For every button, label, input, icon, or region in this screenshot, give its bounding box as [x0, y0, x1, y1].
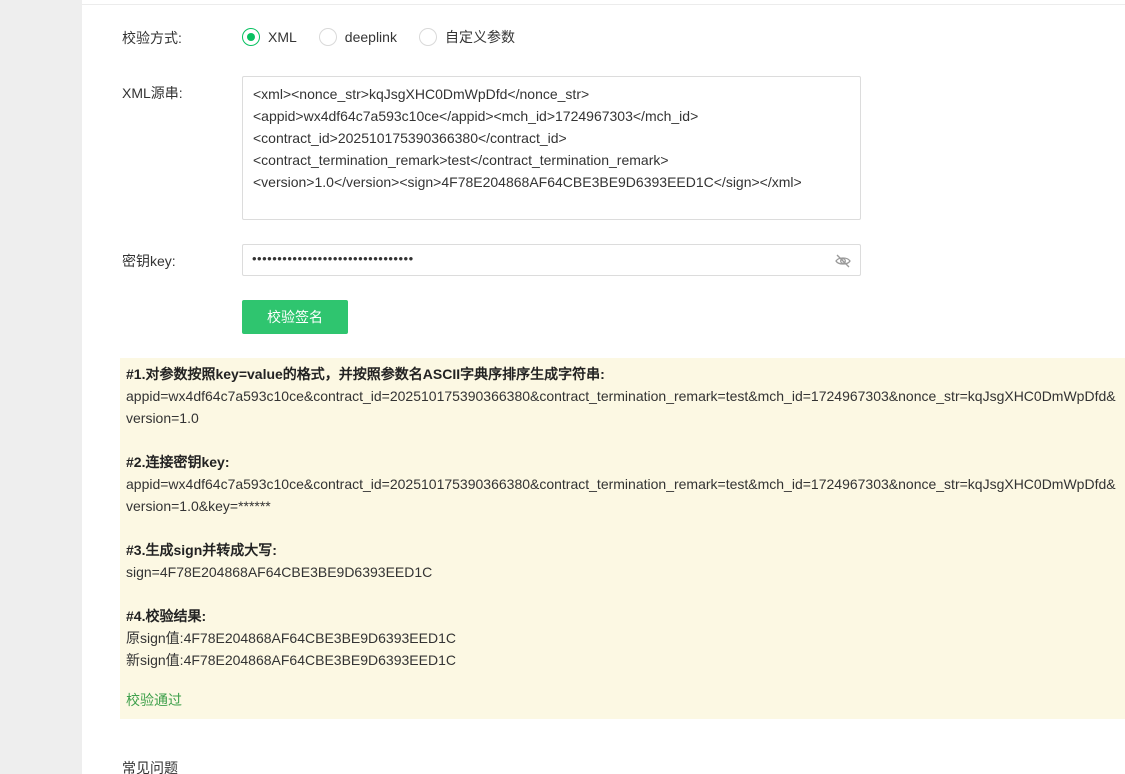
result-panel: #1.对参数按照key=value的格式，并按照参数名ASCII字典序排序生成字…: [120, 358, 1125, 719]
main-content: 校验方式: XML deeplink 自定义参数 XML源串: <xml><no…: [82, 0, 1125, 774]
method-radio-group: XML deeplink 自定义参数: [242, 27, 537, 47]
radio-xml[interactable]: XML: [242, 28, 297, 46]
radio-deeplink[interactable]: deeplink: [318, 28, 397, 46]
verify-signature-button[interactable]: 校验签名: [242, 300, 348, 334]
step1-text: appid=wx4df64c7a593c10ce&contract_id=202…: [126, 388, 1116, 426]
verify-result-status: 校验通过: [126, 692, 182, 708]
sidebar: [0, 0, 82, 774]
faq-heading: 常见问题: [122, 760, 178, 774]
step1-title: #1.对参数按照key=value的格式，并按照参数名ASCII字典序排序生成字…: [126, 366, 605, 382]
xml-source-textarea[interactable]: <xml><nonce_str>kqJsgXHC0DmWpDfd</nonce_…: [242, 76, 861, 220]
radio-xml-circle[interactable]: [242, 28, 260, 46]
top-divider: [82, 4, 1125, 5]
eye-off-icon[interactable]: [834, 252, 852, 270]
step3-text: sign=4F78E204868AF64CBE3BE9D6393EED1C: [126, 564, 433, 580]
new-sign-value: 新sign值:4F78E204868AF64CBE3BE9D6393EED1C: [126, 652, 456, 668]
xml-line: <contract_termination_remark>test</contr…: [253, 152, 669, 168]
radio-custom-params-circle[interactable]: [418, 28, 437, 46]
xml-line: <contract_id>202510175390366380</contrac…: [253, 130, 567, 146]
step3-title: #3.生成sign并转成大写:: [126, 542, 277, 558]
original-sign-value: 原sign值:4F78E204868AF64CBE3BE9D6393EED1C: [126, 630, 456, 646]
xml-source-label: XML源串:: [122, 85, 183, 101]
step2-title: #2.连接密钥key:: [126, 454, 230, 470]
radio-deeplink-circle[interactable]: [318, 28, 337, 46]
radio-xml-label[interactable]: XML: [268, 29, 297, 45]
step2-text: appid=wx4df64c7a593c10ce&contract_id=202…: [126, 476, 1116, 514]
secret-key-value: ••••••••••••••••••••••••••••••••: [252, 251, 414, 266]
radio-custom-params-label[interactable]: 自定义参数: [445, 27, 515, 47]
secret-key-label: 密钥key:: [122, 253, 176, 269]
xml-line: <appid>wx4df64c7a593c10ce</appid><mch_id…: [253, 108, 699, 124]
xml-line: <version>1.0</version><sign>4F78E204868A…: [253, 174, 802, 190]
step4-title: #4.校验结果:: [126, 608, 207, 624]
secret-key-input[interactable]: ••••••••••••••••••••••••••••••••: [242, 244, 861, 276]
xml-line: <xml><nonce_str>kqJsgXHC0DmWpDfd</nonce_…: [253, 86, 590, 102]
method-label: 校验方式:: [122, 30, 182, 46]
radio-deeplink-label[interactable]: deeplink: [345, 29, 397, 45]
radio-custom-params[interactable]: 自定义参数: [418, 27, 515, 47]
